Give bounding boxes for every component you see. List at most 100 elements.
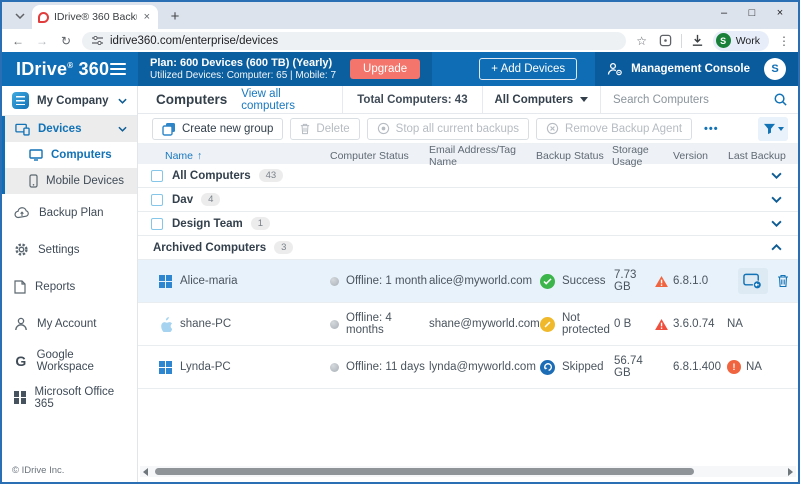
- chevron-down-icon: [118, 98, 127, 104]
- download-icon[interactable]: [691, 34, 704, 47]
- search-icon[interactable]: [773, 92, 788, 107]
- restore-data-icon[interactable]: [738, 268, 768, 294]
- hamburger-menu-icon[interactable]: [110, 60, 126, 78]
- delete-button[interactable]: Delete: [290, 117, 360, 140]
- filter-button[interactable]: [758, 116, 788, 141]
- horizontal-scrollbar[interactable]: [140, 466, 796, 477]
- add-devices-button[interactable]: + Add Devices: [479, 58, 578, 80]
- upgrade-button[interactable]: Upgrade: [350, 59, 421, 79]
- divider: [680, 33, 682, 48]
- address-bar[interactable]: idrive360.com/enterprise/devices: [82, 31, 626, 50]
- column-header-name[interactable]: Name ↑: [138, 150, 330, 162]
- last-backup-alert-icon: [727, 360, 741, 374]
- group-count-badge: 4: [201, 193, 221, 206]
- sidebar-item-reports[interactable]: Reports: [2, 268, 137, 305]
- tab-search-button[interactable]: [8, 6, 32, 26]
- sort-ascending-icon: ↑: [197, 150, 203, 162]
- skipped-status-icon: [540, 359, 555, 375]
- column-header-computer-status[interactable]: Computer Status: [330, 150, 429, 162]
- column-header-backup-status[interactable]: Backup Status: [536, 150, 612, 162]
- idrive-favicon-icon: [38, 11, 49, 23]
- sidebar-item-microsoft-office-365[interactable]: Microsoft Office 365: [2, 379, 137, 416]
- devices-icon: [15, 123, 30, 136]
- offline-status-icon: [330, 319, 339, 329]
- group-count-badge: 43: [258, 169, 284, 182]
- stop-backups-button[interactable]: Stop all current backups: [366, 117, 530, 140]
- group-checkbox[interactable]: [151, 169, 163, 182]
- browser-actions: ☆ S Work ⋮: [634, 30, 790, 51]
- page-title: Computers: [156, 92, 228, 107]
- delete-row-icon[interactable]: [777, 274, 789, 288]
- microsoft-grid-icon: [14, 391, 26, 404]
- view-all-computers-link[interactable]: View all computers: [227, 88, 342, 112]
- forward-icon[interactable]: →: [34, 34, 50, 48]
- version-warning-icon: [654, 275, 668, 287]
- scrollbar-track[interactable]: [151, 467, 785, 476]
- search-area: [601, 92, 798, 107]
- group-row-archived-computers[interactable]: Archived Computers 3: [138, 236, 798, 260]
- table-row-lynda-pc[interactable]: Lynda-PC Offline: 11 days lynda@myworld.…: [138, 346, 798, 389]
- table-row-alice-maria[interactable]: Alice-maria Offline: 1 month alice@mywor…: [138, 260, 798, 303]
- bookmark-star-icon[interactable]: ☆: [634, 34, 650, 48]
- browser-tab[interactable]: IDrive® 360 Backup Console fo ×: [32, 5, 158, 29]
- total-computers-count: Total Computers: 43: [357, 93, 468, 106]
- browser-window: IDrive® 360 Backup Console fo × + – □ × …: [0, 0, 800, 484]
- row-hover-actions: [738, 260, 789, 302]
- new-group-icon: [162, 122, 175, 136]
- scope-dropdown[interactable]: All Computers: [483, 94, 601, 106]
- google-g-icon: G: [15, 352, 27, 369]
- gear-icon: [15, 243, 28, 256]
- group-checkbox[interactable]: [151, 193, 163, 206]
- sidebar-item-google-workspace[interactable]: G Google Workspace: [2, 342, 137, 379]
- offline-status-icon: [330, 276, 339, 286]
- apple-os-icon: [161, 316, 172, 332]
- window-controls: – □ ×: [710, 2, 794, 24]
- account-avatar[interactable]: S: [764, 58, 786, 80]
- scrollbar-thumb[interactable]: [155, 468, 694, 475]
- app-header: IDrive® 360 Plan: 600 Devices (600 TB) (…: [2, 52, 798, 86]
- cloud-backup-icon: [14, 207, 29, 219]
- extensions-icon[interactable]: [659, 34, 672, 47]
- chevron-down-icon[interactable]: [771, 196, 782, 203]
- remove-backup-agent-button[interactable]: Remove Backup Agent: [536, 117, 693, 140]
- table-row-shane-pc[interactable]: shane-PC Offline: 4 months shane@myworld…: [138, 303, 798, 346]
- chevron-down-icon[interactable]: [771, 172, 782, 179]
- stop-circle-icon: [377, 122, 389, 135]
- sidebar-item-settings[interactable]: Settings: [2, 231, 137, 268]
- column-header-version[interactable]: Version: [654, 150, 721, 162]
- new-tab-button[interactable]: +: [164, 5, 186, 27]
- chevron-up-icon[interactable]: [771, 244, 782, 251]
- toolbar: Create new group Delete Stop all current…: [138, 114, 798, 144]
- scroll-right-arrow-icon[interactable]: [788, 467, 793, 476]
- success-status-icon: [540, 273, 555, 289]
- minimize-button[interactable]: –: [710, 2, 738, 24]
- company-label: My Company: [37, 94, 109, 107]
- create-new-group-button[interactable]: Create new group: [152, 117, 284, 140]
- sidebar-item-computers[interactable]: Computers: [5, 142, 137, 168]
- browser-profile-button[interactable]: S Work: [712, 30, 769, 51]
- refresh-icon[interactable]: ↻: [58, 34, 74, 48]
- tab-strip: IDrive® 360 Backup Console fo × + – □ ×: [2, 2, 798, 29]
- back-icon[interactable]: ←: [10, 34, 26, 48]
- site-info-icon[interactable]: [92, 36, 103, 45]
- group-row-design-team[interactable]: Design Team 1: [138, 212, 798, 236]
- group-checkbox[interactable]: [151, 217, 163, 230]
- sidebar-item-mobile-devices[interactable]: Mobile Devices: [5, 168, 137, 194]
- chevron-down-icon[interactable]: [771, 220, 782, 227]
- tab-close-icon[interactable]: ×: [142, 11, 152, 23]
- close-button[interactable]: ×: [766, 2, 794, 24]
- search-input[interactable]: [613, 93, 767, 106]
- company-selector[interactable]: My Company: [2, 86, 137, 116]
- sidebar-item-devices[interactable]: Devices: [5, 116, 137, 142]
- sidebar-item-my-account[interactable]: My Account: [2, 305, 137, 342]
- sidebar-item-backup-plan[interactable]: Backup Plan: [2, 194, 137, 231]
- column-header-last-backup[interactable]: Last Backup: [721, 150, 798, 162]
- scroll-left-arrow-icon[interactable]: [143, 467, 148, 476]
- management-console-button[interactable]: Management Console S: [595, 52, 798, 86]
- more-actions-button[interactable]: •••: [699, 123, 724, 135]
- group-row-dav[interactable]: Dav 4: [138, 188, 798, 212]
- maximize-button[interactable]: □: [738, 2, 766, 24]
- mobile-icon: [29, 174, 38, 188]
- group-row-all-computers[interactable]: All Computers 43: [138, 164, 798, 188]
- browser-menu-icon[interactable]: ⋮: [778, 34, 790, 48]
